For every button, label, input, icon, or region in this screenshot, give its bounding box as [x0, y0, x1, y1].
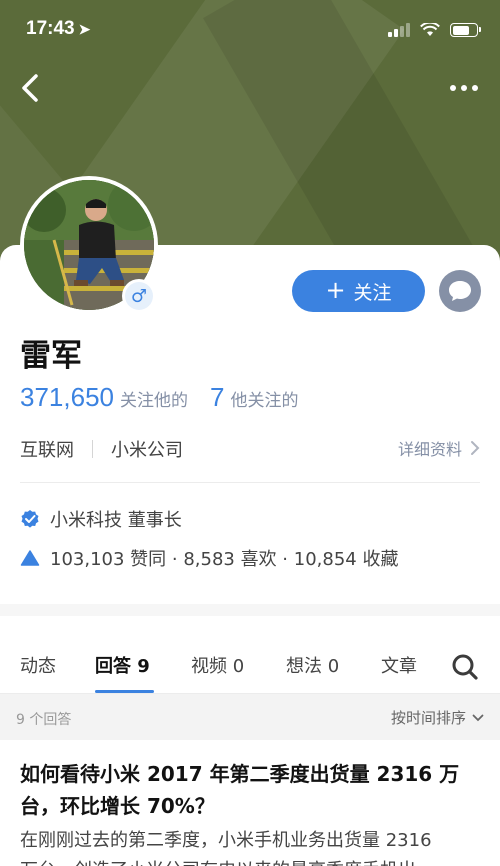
status-bar: 17:43 ➤: [0, 0, 500, 60]
battery-icon: [450, 23, 481, 37]
answer-excerpt-line-1: 在刚刚过去的第二季度，小米手机业务出货量 2316: [20, 830, 432, 851]
section-separator: [0, 604, 500, 616]
message-button[interactable]: [439, 270, 481, 312]
verified-title-row: 小米科技 董事长: [20, 506, 182, 532]
achievements-row: 103,103 赞同 · 8,583 喜欢 · 10,854 收藏: [20, 545, 398, 571]
tab-videos[interactable]: 视频 0: [191, 652, 244, 678]
chevron-left-icon: [22, 74, 38, 102]
answer-item[interactable]: 如何看待小米 2017 年第二季度出货量 2316 万台，环比增长 70%？ 在…: [0, 740, 500, 866]
answers-count: 9 个回答: [16, 712, 72, 728]
chevron-right-icon: [471, 441, 480, 455]
tab-thoughts[interactable]: 想法 0: [286, 652, 339, 678]
more-options-button[interactable]: [446, 76, 482, 100]
gender-badge: ♂: [122, 279, 156, 313]
upvote-triangle-icon: [20, 550, 40, 566]
followers-count[interactable]: 371,650: [20, 382, 114, 413]
answer-title[interactable]: 如何看待小米 2017 年第二季度出货量 2316 万台，环比增长 70%？: [20, 758, 480, 822]
active-tab-indicator: [95, 690, 154, 693]
detail-profile-label: 详细资料: [397, 440, 462, 459]
verified-title: 小米科技 董事长: [50, 510, 182, 531]
tag-divider: [92, 440, 93, 458]
tab-answers[interactable]: 回答 9: [95, 652, 150, 678]
chat-bubble-icon: [449, 281, 471, 301]
following-label[interactable]: 他关注的: [230, 386, 298, 411]
sort-label: 按时间排序: [390, 709, 466, 727]
wifi-icon: [420, 23, 440, 36]
answers-sort-bar: 9 个回答 按时间排序: [0, 694, 500, 740]
signal-icon: [388, 23, 410, 37]
answer-excerpt[interactable]: 在刚刚过去的第二季度，小米手机业务出货量 2316 万台，创造了小米公司有史以来…: [20, 826, 480, 866]
answer-excerpt-line-2: 万台，创造了小米公司有史以来的最高季度手机出: [20, 856, 480, 866]
divider: [20, 482, 480, 483]
follow-stats: 371,650 关注他的 7 他关注的: [20, 382, 298, 413]
follow-button[interactable]: + 关注: [292, 270, 425, 312]
verified-badge-icon: [21, 510, 39, 528]
profile-tags: 互联网 小米公司 详细资料: [20, 434, 480, 464]
more-dots-icon: [450, 85, 456, 91]
tag-company: 小米公司: [111, 440, 183, 461]
profile-name: 雷军: [20, 338, 82, 374]
status-icons: [388, 20, 481, 40]
back-button[interactable]: [16, 68, 48, 108]
male-icon: ♂: [125, 282, 153, 310]
tag-industry: 互联网: [20, 440, 74, 461]
profile-tabs: 动态 回答 9 视频 0 想法 0 文章: [0, 616, 500, 694]
sort-dropdown[interactable]: 按时间排序: [391, 707, 484, 728]
location-arrow-icon: ➤: [78, 21, 91, 37]
search-icon: [452, 654, 478, 680]
search-button[interactable]: [450, 652, 480, 682]
chevron-down-icon: [472, 714, 484, 721]
followers-label[interactable]: 关注他的: [120, 386, 188, 411]
following-count[interactable]: 7: [210, 382, 224, 413]
plus-icon: +: [325, 276, 346, 304]
tabs-fade: [410, 642, 442, 682]
tab-activity[interactable]: 动态: [20, 652, 56, 678]
detail-profile-link[interactable]: 详细资料: [398, 436, 480, 460]
status-time: 17:43 ➤: [26, 18, 91, 39]
achievements-text: 103,103 赞同 · 8,583 喜欢 · 10,854 收藏: [50, 549, 399, 570]
follow-button-label: 关注: [353, 281, 392, 304]
